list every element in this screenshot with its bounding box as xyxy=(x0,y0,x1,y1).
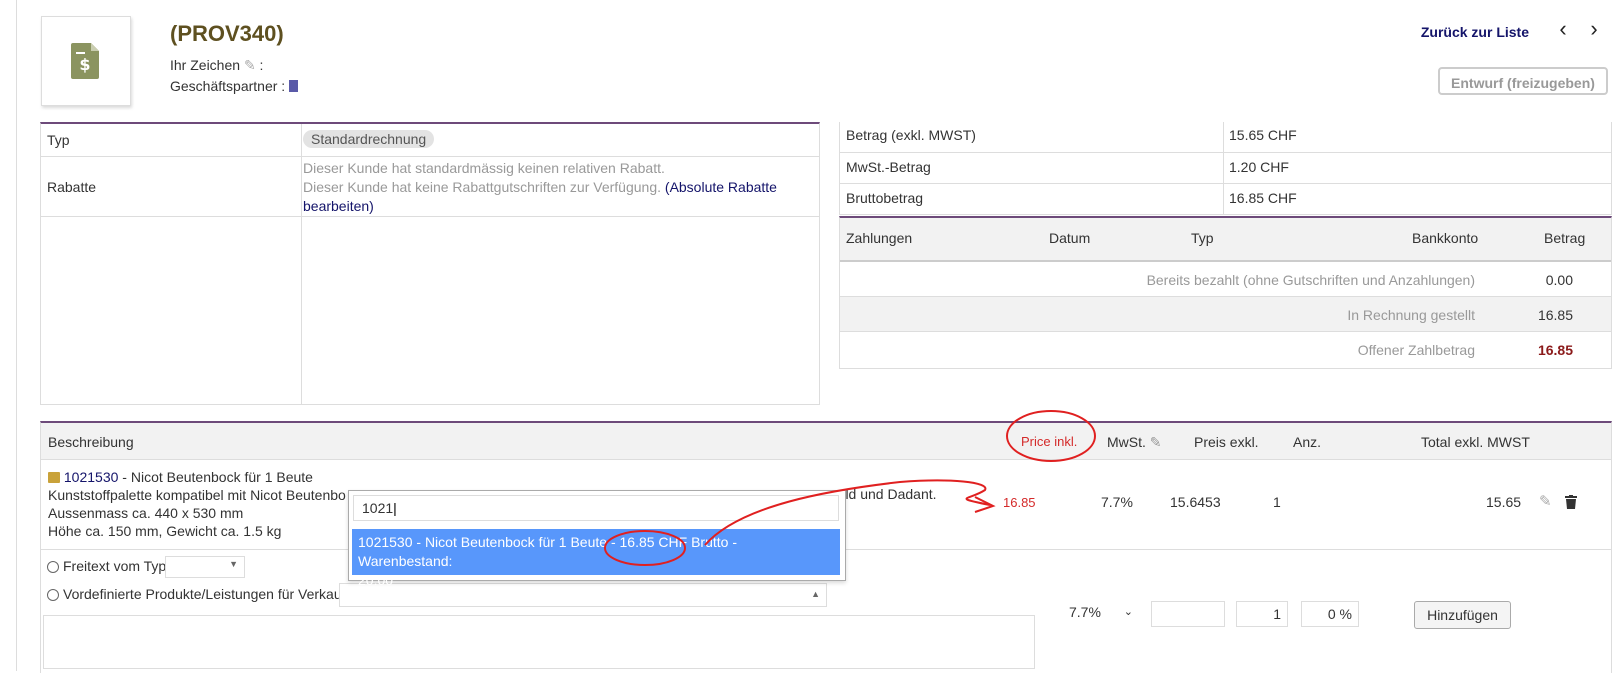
payment-row-label: In Rechnung gestellt xyxy=(1347,307,1475,323)
col-total: Total exkl. MWST xyxy=(1421,434,1530,450)
discount-line1: Dieser Kunde hat standardmässig keinen r… xyxy=(303,160,665,176)
payment-row: In Rechnung gestellt 16.85 xyxy=(840,297,1611,332)
type-pill: Standardrechnung xyxy=(303,130,435,148)
predefined-label: Vordefinierte Produkte/Leistungen für Ve… xyxy=(63,586,346,602)
totals-table: Betrag (exkl. MWST) 15.65 CHF MwSt.-Betr… xyxy=(839,122,1612,215)
discount-input[interactable]: 0 % xyxy=(1301,601,1359,627)
payment-row-value: 0.00 xyxy=(1545,272,1573,288)
info-table: Typ Standardrechnung Rabatte Dieser Kund… xyxy=(40,122,820,405)
invoice-doc-icon: $ xyxy=(71,43,99,79)
next-icon[interactable]: › xyxy=(1584,18,1604,40)
search-result-item[interactable]: 1021530 - Nicot Beutenbock für 1 Beute -… xyxy=(352,529,840,588)
item-qty: 1 xyxy=(1273,494,1281,510)
vat-select[interactable]: 7.7% ⌄ xyxy=(1065,599,1137,625)
select-up-arrow-icon: ▲ xyxy=(811,589,820,599)
item-name: - Nicot Beutenbock für 1 Beute xyxy=(118,469,313,485)
discount-line2: Dieser Kunde hat keine Rabattgutschrifte… xyxy=(303,179,661,195)
item-desc2: Aussenmass ca. 440 x 530 mm xyxy=(48,505,244,521)
payment-row: Bereits bezahlt (ohne Gutschriften und A… xyxy=(840,262,1611,297)
payment-row-label: Bereits bezahlt (ohne Gutschriften und A… xyxy=(1146,272,1475,288)
search-result-line2: 20.00 xyxy=(358,572,394,588)
payments-col-datum: Datum xyxy=(1049,230,1091,246)
type-value: Standardrechnung xyxy=(299,130,438,148)
col-vat: MwSt. ✎ xyxy=(1103,434,1166,451)
item-description: 1021530 - Nicot Beutenbock für 1 Beute K… xyxy=(44,468,350,540)
open-amount-value: 16.85 xyxy=(1537,342,1573,358)
payments-col-betrag: Betrag xyxy=(1544,230,1586,246)
box-icon xyxy=(48,472,60,483)
item-price-inkl: 16.85 xyxy=(1003,495,1036,510)
col-price-inkl: Price inkl. xyxy=(1021,434,1078,449)
left-border xyxy=(16,0,17,671)
item-code-link[interactable]: 1021530 xyxy=(64,469,119,485)
item-desc3: Höhe ca. 150 mm, Gewicht ca. 1.5 kg xyxy=(48,523,282,539)
search-query: 1021 xyxy=(362,500,394,516)
col-description: Beschreibung xyxy=(48,434,134,450)
gross-value: 16.85 CHF xyxy=(1229,190,1297,206)
predefined-option[interactable]: Vordefinierte Produkte/Leistungen für Ve… xyxy=(43,586,350,602)
qty-input[interactable]: 1 xyxy=(1236,601,1288,627)
lines-header: Beschreibung Price inkl. MwSt. ✎ Preis e… xyxy=(41,423,1611,460)
svg-text:$: $ xyxy=(79,55,90,74)
chevron-down-icon: ⌄ xyxy=(1123,606,1133,618)
product-search-dropdown: 1021| 1021530 - Nicot Beutenbock für 1 B… xyxy=(348,490,846,588)
payments-col-zahlungen: Zahlungen xyxy=(846,230,913,246)
back-to-list-link[interactable]: Zurück zur Liste xyxy=(1421,24,1529,40)
discount-text: Dieser Kunde hat standardmässig keinen r… xyxy=(303,160,777,214)
select-arrow-icon: ▼ xyxy=(229,559,238,569)
freetext-label: Freitext vom Typ xyxy=(63,558,167,574)
payment-row-label: Offener Zahlbetrag xyxy=(1357,342,1475,358)
col-vat-label: MwSt. xyxy=(1107,434,1146,450)
freetext-option[interactable]: Freitext vom Typ xyxy=(43,558,170,574)
item-desc1: Kunststoffpalette kompatibel mit Nicot B… xyxy=(48,487,346,503)
product-select[interactable]: ▲ xyxy=(339,583,827,607)
item-price-exkl: 15.6453 xyxy=(1170,494,1221,510)
pencil-icon[interactable]: ✎ xyxy=(1150,434,1162,450)
freetext-type-select[interactable]: ▼ xyxy=(165,556,245,578)
net-label: Betrag (exkl. MWST) xyxy=(846,127,976,143)
discount-label: Rabatte xyxy=(47,179,97,195)
line-description-textarea[interactable] xyxy=(43,615,1035,669)
partner-label: Geschäftspartner : xyxy=(170,78,286,94)
vat-value: 1.20 CHF xyxy=(1229,159,1289,175)
vat-label: MwSt.-Betrag xyxy=(846,159,931,175)
freetext-radio[interactable] xyxy=(47,561,59,573)
payment-row: Offener Zahlbetrag 16.85 xyxy=(840,332,1611,366)
add-line-button[interactable]: Hinzufügen xyxy=(1414,601,1511,629)
predefined-radio[interactable] xyxy=(47,589,59,601)
type-label: Typ xyxy=(47,132,70,148)
building-icon xyxy=(289,80,299,92)
payments-col-bankkonto: Bankkonto xyxy=(1412,230,1479,246)
price-input[interactable] xyxy=(1151,601,1225,627)
payments-table: Zahlungen Datum Typ Bankkonto Betrag Ber… xyxy=(839,216,1612,369)
your-ref-label: Ihr Zeichen xyxy=(170,57,241,73)
pencil-icon[interactable]: ✎ xyxy=(244,57,256,73)
partner-row: Geschäftspartner : xyxy=(170,78,299,94)
payment-row-value: 16.85 xyxy=(1537,307,1573,323)
col-price-exkl: Preis exkl. xyxy=(1194,434,1259,450)
net-value: 15.65 CHF xyxy=(1229,127,1297,143)
your-ref-row: Ihr Zeichen ✎ : xyxy=(170,57,264,73)
gross-label: Bruttobetrag xyxy=(846,190,924,206)
status-badge: Entwurf (freizugeben) xyxy=(1438,67,1608,95)
invoice-ref: (PROV340) xyxy=(170,21,284,46)
payments-header: Zahlungen Datum Typ Bankkonto Betrag xyxy=(840,218,1611,262)
prev-icon[interactable]: ‹ xyxy=(1553,18,1573,40)
delete-line-icon[interactable] xyxy=(1565,495,1577,509)
search-result-line1: 1021530 - Nicot Beutenbock für 1 Beute -… xyxy=(358,534,737,569)
item-total: 15.65 xyxy=(1486,494,1522,510)
product-search-input[interactable]: 1021| xyxy=(353,495,839,521)
payments-col-typ: Typ xyxy=(1191,230,1214,246)
item-vat: 7.7% xyxy=(1101,494,1133,510)
vat-select-value: 7.7% xyxy=(1069,604,1101,620)
col-qty: Anz. xyxy=(1293,434,1322,450)
invoice-thumbnail: $ xyxy=(41,16,131,106)
edit-line-icon[interactable]: ✎ xyxy=(1535,492,1556,510)
